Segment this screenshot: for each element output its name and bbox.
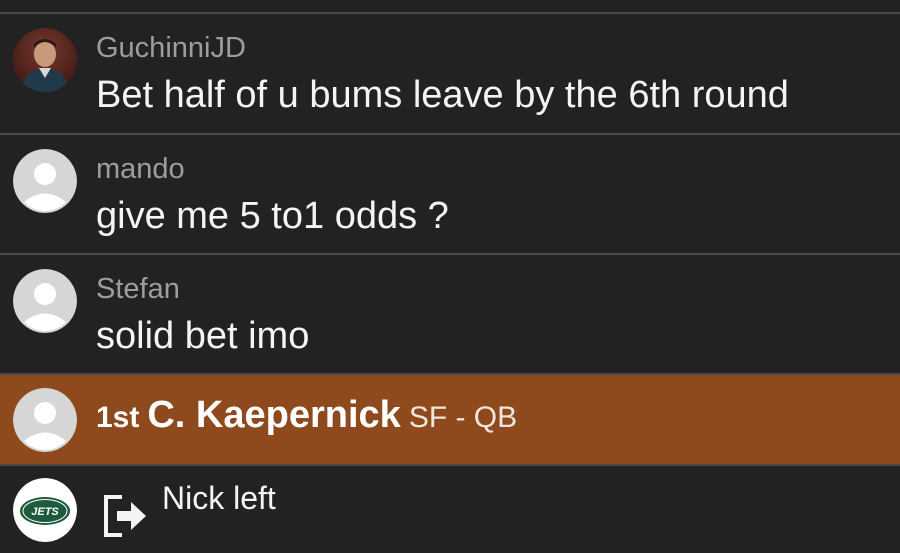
default-avatar-icon[interactable] — [13, 269, 77, 333]
chat-feed: GuchinniJD Bet half of u bums leave by t… — [0, 0, 900, 553]
message-username[interactable]: mando — [96, 153, 185, 186]
user-avatar-photo[interactable] — [13, 28, 77, 92]
jets-logo: JETS — [13, 478, 77, 542]
message-username[interactable]: Stefan — [96, 273, 180, 306]
chat-message: GuchinniJD Bet half of u bums leave by t… — [0, 14, 900, 133]
draft-pick-row[interactable]: 1st C. Kaepernick SF - QB — [0, 375, 900, 464]
system-event-row: JETS Nick left — [0, 466, 900, 553]
default-avatar-icon — [13, 388, 77, 452]
message-text: Bet half of u bums leave by the 6th roun… — [96, 74, 789, 116]
default-avatar-icon[interactable] — [13, 149, 77, 213]
message-username[interactable]: GuchinniJD — [96, 32, 246, 65]
event-text: Nick left — [162, 480, 276, 516]
jets-logo-text: JETS — [31, 506, 59, 518]
chat-message: Stefan solid bet imo — [0, 255, 900, 373]
pick-round: 1st — [96, 401, 140, 434]
pick-team-position: SF - QB — [408, 401, 518, 434]
pick-player-name[interactable]: C. Kaepernick — [147, 394, 400, 436]
exit-icon — [102, 493, 148, 539]
message-text: give me 5 to1 odds ? — [96, 195, 449, 237]
chat-message: mando give me 5 to1 odds ? — [0, 135, 900, 253]
pick-summary: 1st C. Kaepernick SF - QB — [96, 394, 517, 437]
message-text: solid bet imo — [96, 315, 310, 357]
